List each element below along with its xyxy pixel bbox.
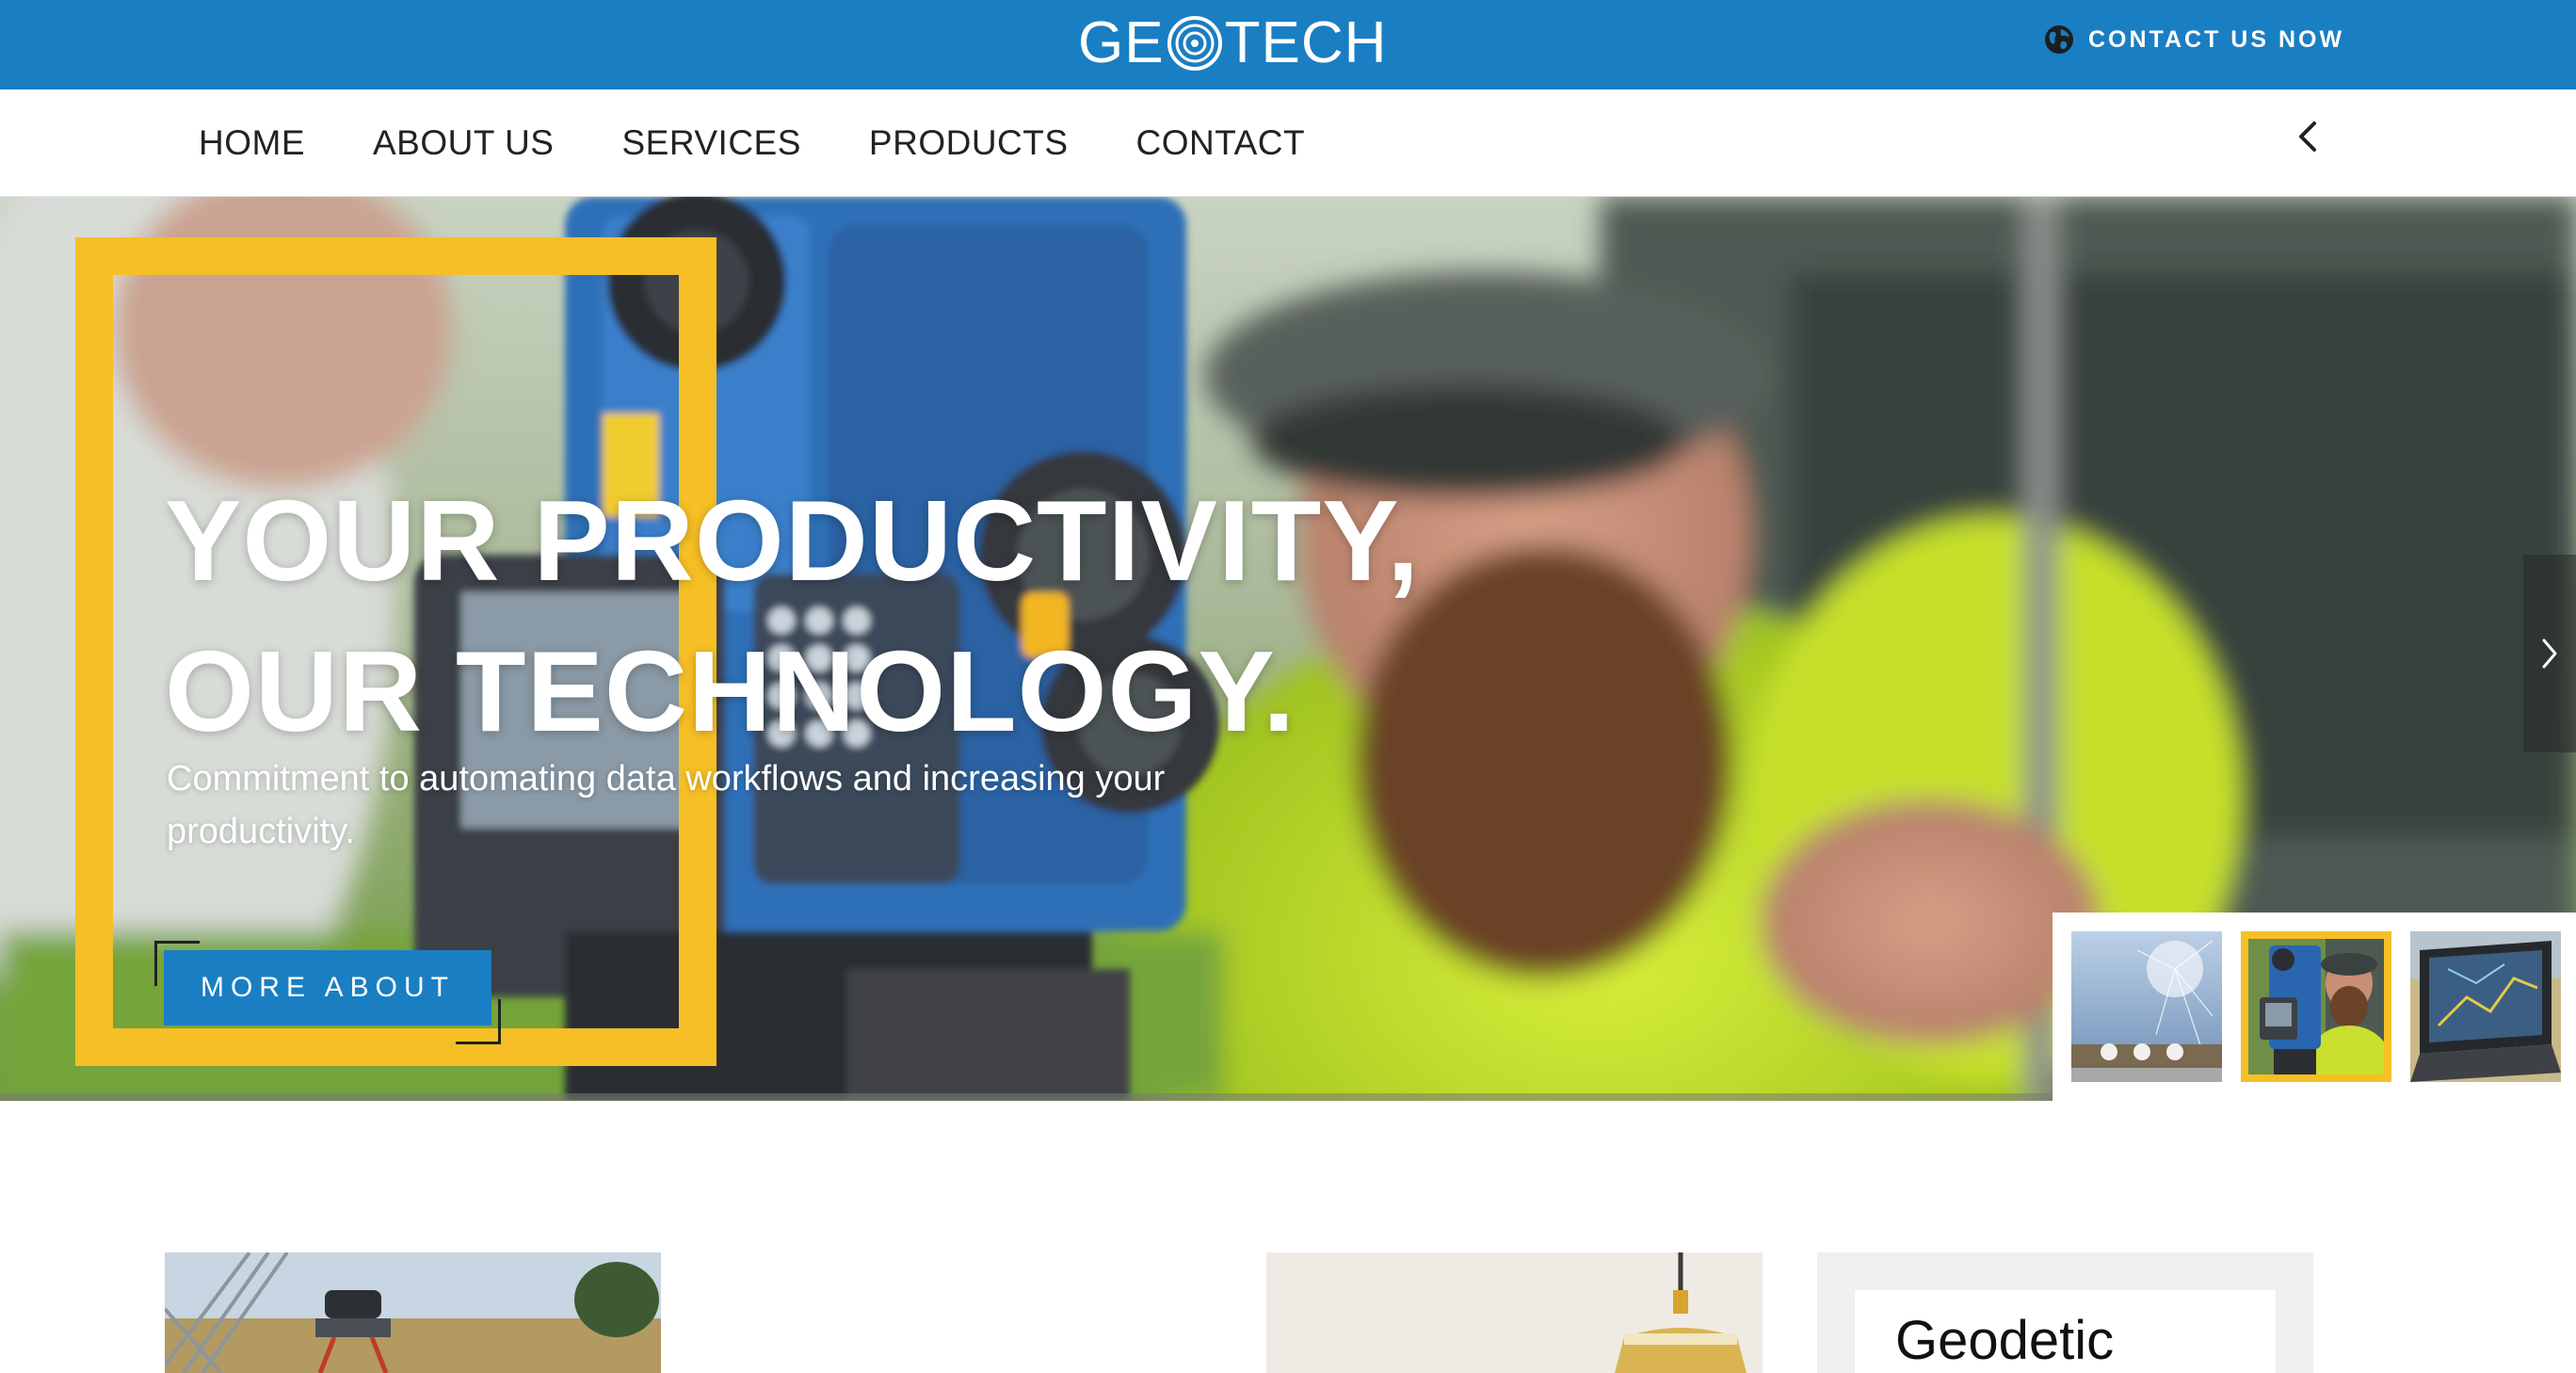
chevron-left-icon[interactable] (2290, 118, 2327, 155)
contact-us-now-link[interactable]: CONTACT US NOW (2043, 23, 2344, 57)
nav-item-contact[interactable]: CONTACT (1136, 123, 1306, 163)
thumb-network[interactable] (2071, 931, 2222, 1082)
thumb-surveyor-image (2241, 931, 2391, 1082)
hero-subtitle: Commitment to automating data workflows … (167, 759, 1166, 851)
nav-item-services[interactable]: SERVICES (621, 123, 800, 163)
hero-progress-line (0, 1093, 2053, 1101)
geodetic-card[interactable]: Geodetic (1817, 1252, 2313, 1373)
card-tower-image (165, 1252, 661, 1373)
card-image-gnss[interactable] (1266, 1252, 1763, 1373)
nav-item-home[interactable]: HOME (199, 123, 305, 163)
hero-title: YOUR PRODUCTIVITY, OUR TECHNOLOGY. (165, 465, 1420, 767)
logo-text-left: GE (1078, 10, 1165, 75)
globe-icon (2045, 25, 2073, 54)
geodetic-card-inner: Geodetic (1855, 1290, 2276, 1373)
slider-thumbnails (2053, 913, 2576, 1101)
top-bar: GE TECH CONTACT US NOW (0, 0, 2576, 89)
thumb-laptop-image (2410, 931, 2561, 1082)
logo-ring-icon (1167, 16, 1222, 71)
main-nav: HOME ABOUT US SERVICES PRODUCTS CONTACT (0, 89, 2576, 197)
slider-next-button[interactable] (2523, 555, 2576, 752)
chevron-right-icon (2542, 638, 2557, 669)
nav-item-about-us[interactable]: ABOUT US (373, 123, 554, 163)
thumb-network-image (2071, 931, 2222, 1082)
page: GE TECH CONTACT US NOW HOME ABOUT US SER… (0, 0, 2576, 1373)
hero-title-line-1: YOUR PRODUCTIVITY, (165, 477, 1421, 605)
more-about-button[interactable]: MORE ABOUT (164, 950, 491, 1026)
nav-list: HOME ABOUT US SERVICES PRODUCTS CONTACT (199, 89, 1373, 197)
cta-wrapper: MORE ABOUT (154, 941, 501, 1044)
nav-item-products[interactable]: PRODUCTS (869, 123, 1069, 163)
logo-text-right: TECH (1224, 10, 1388, 75)
geotech-logo[interactable]: GE TECH (1078, 13, 1387, 73)
contact-us-now-label: CONTACT US NOW (2088, 25, 2345, 53)
thumb-laptop[interactable] (2410, 931, 2561, 1082)
geodetic-card-heading: Geodetic (1895, 1310, 2115, 1371)
card-image-tower[interactable] (165, 1252, 661, 1373)
card-gnss-image (1266, 1252, 1763, 1373)
thumb-surveyor[interactable] (2241, 931, 2391, 1082)
hero-title-line-2: OUR TECHNOLOGY. (165, 627, 1296, 755)
